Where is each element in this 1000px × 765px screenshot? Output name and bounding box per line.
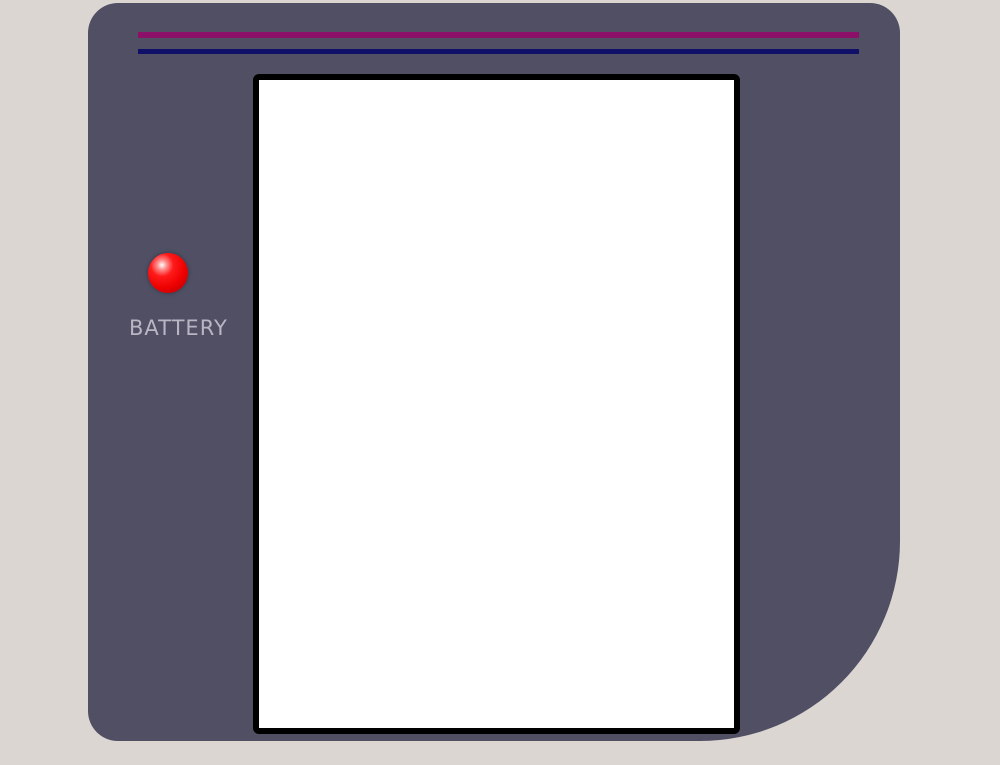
battery-led-icon <box>148 253 188 293</box>
bottom-stripe <box>138 49 859 54</box>
top-stripe <box>138 32 859 38</box>
battery-label: BATTERY <box>129 316 228 340</box>
game-screen[interactable] <box>253 74 740 734</box>
device-bezel: BATTERY <box>88 3 900 741</box>
